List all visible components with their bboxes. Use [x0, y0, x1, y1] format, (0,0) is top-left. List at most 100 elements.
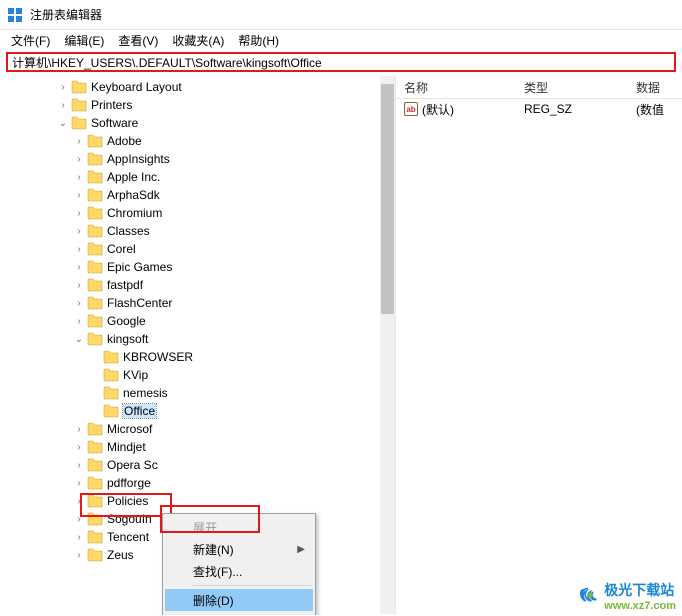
cm-find[interactable]: 查找(F)...	[165, 560, 313, 582]
tree-item[interactable]: › Apple Inc.	[2, 168, 395, 186]
chevron-right-icon[interactable]: ›	[72, 314, 86, 328]
chevron-right-icon[interactable]: ›	[72, 134, 86, 148]
app-icon	[6, 6, 24, 24]
tree-item-label: SogouIn	[107, 512, 152, 526]
tree-item[interactable]: › Microsof	[2, 420, 395, 438]
chevron-right-icon[interactable]: ›	[72, 422, 86, 436]
tree-item-label: Policies	[107, 494, 148, 508]
tree-item-kingsoft[interactable]: ⌄ kingsoft	[2, 330, 395, 348]
tree-item[interactable]: nemesis	[2, 384, 395, 402]
tree-item-label: Mindjet	[107, 440, 146, 454]
menu-bar: 文件(F) 编辑(E) 查看(V) 收藏夹(A) 帮助(H)	[0, 30, 682, 50]
chevron-right-icon[interactable]: ›	[72, 206, 86, 220]
tree-item[interactable]: › Policies	[2, 492, 395, 510]
watermark: 极光下载站 www.xz7.com	[578, 580, 676, 612]
tree-item[interactable]: › AppInsights	[2, 150, 395, 168]
tree-item-office[interactable]: Office	[2, 402, 395, 420]
tree-item[interactable]: › Opera Sc	[2, 456, 395, 474]
value-type: REG_SZ	[524, 102, 572, 116]
cm-delete[interactable]: 删除(D)	[165, 589, 313, 611]
registry-tree[interactable]: › Keyboard Layout › Printers ⌄ Software ›Adobe…	[0, 75, 395, 567]
tree-item-label: AppInsights	[107, 152, 170, 166]
watermark-text-cn: 极光下载站	[604, 580, 676, 600]
tree-item[interactable]: › Printers	[2, 96, 395, 114]
tree-item-label: Apple Inc.	[107, 170, 160, 184]
chevron-right-icon[interactable]: ›	[56, 98, 70, 112]
tree-item[interactable]: › Keyboard Layout	[2, 78, 395, 96]
tree-item[interactable]: › Mindjet	[2, 438, 395, 456]
address-bar-wrap: 计算机\HKEY_USERS\.DEFAULT\Software\kingsof…	[0, 50, 682, 75]
tree-item[interactable]: ›ArphaSdk	[2, 186, 395, 204]
tree-item[interactable]: › FlashCenter	[2, 294, 395, 312]
chevron-right-icon[interactable]: ›	[72, 242, 86, 256]
context-menu: 展开 新建(N)▶ 查找(F)... 删除(D) 重命名(R) 导出(E) 权限…	[162, 513, 316, 615]
chevron-right-icon[interactable]: ›	[72, 170, 86, 184]
tree-item-label: Epic Games	[107, 260, 172, 274]
tree-item-label: Microsof	[107, 422, 152, 436]
scroll-thumb[interactable]	[381, 84, 394, 314]
tree-item[interactable]: KBROWSER	[2, 348, 395, 366]
main-area: › Keyboard Layout › Printers ⌄ Software ›Adobe…	[0, 75, 682, 615]
cm-new[interactable]: 新建(N)▶	[165, 538, 313, 560]
tree-item-label: KVip	[123, 368, 148, 382]
chevron-right-icon[interactable]: ›	[72, 152, 86, 166]
chevron-right-icon[interactable]: ›	[72, 440, 86, 454]
menu-help[interactable]: 帮助(H)	[231, 30, 286, 51]
tree-item[interactable]: ›Google	[2, 312, 395, 330]
tree-pane: › Keyboard Layout › Printers ⌄ Software ›Adobe…	[0, 75, 396, 615]
tree-item-label: Opera Sc	[107, 458, 158, 472]
tree-item-label: fastpdf	[107, 278, 143, 292]
value-data: (数值	[636, 101, 664, 118]
tree-item[interactable]: › Epic Games	[2, 258, 395, 276]
chevron-right-icon[interactable]: ›	[72, 512, 86, 526]
tree-item-label: Corel	[107, 242, 136, 256]
tree-item-label: Classes	[107, 224, 150, 238]
tree-item-label: nemesis	[123, 386, 168, 400]
chevron-right-icon[interactable]: ›	[72, 476, 86, 490]
tree-item[interactable]: ›Chromium	[2, 204, 395, 222]
tree-item-label: kingsoft	[107, 332, 148, 346]
menu-file[interactable]: 文件(F)	[4, 30, 57, 51]
watermark-text-en: www.xz7.com	[604, 600, 676, 612]
tree-scrollbar[interactable]	[380, 76, 395, 614]
tree-item[interactable]: › Corel	[2, 240, 395, 258]
tree-item-label: FlashCenter	[107, 296, 172, 310]
chevron-right-icon[interactable]: ›	[56, 80, 70, 94]
col-data[interactable]: 数据	[628, 75, 682, 98]
chevron-right-icon[interactable]: ›	[72, 224, 86, 238]
col-type[interactable]: 类型	[516, 75, 628, 98]
tree-item[interactable]: ›Adobe	[2, 132, 395, 150]
chevron-right-icon[interactable]: ›	[72, 530, 86, 544]
value-row[interactable]: ab (默认) REG_SZ (数值	[396, 99, 682, 119]
chevron-right-icon[interactable]: ›	[72, 296, 86, 310]
menu-edit[interactable]: 编辑(E)	[57, 30, 111, 51]
tree-item[interactable]: ›pdfforge	[2, 474, 395, 492]
chevron-right-icon[interactable]: ›	[72, 260, 86, 274]
chevron-right-icon[interactable]: ›	[72, 278, 86, 292]
values-pane: 名称 类型 数据 ab (默认) REG_SZ (数值	[396, 75, 682, 615]
tree-item-label: Printers	[91, 98, 132, 112]
chevron-right-icon: ▶	[297, 544, 305, 555]
tree-item[interactable]: › fastpdf	[2, 276, 395, 294]
tree-item[interactable]: › Classes	[2, 222, 395, 240]
title-bar: 注册表编辑器	[0, 0, 682, 30]
chevron-right-icon[interactable]: ›	[72, 458, 86, 472]
chevron-right-icon[interactable]: ›	[72, 494, 86, 508]
address-path: 计算机\HKEY_USERS\.DEFAULT\Software\kingsof…	[12, 54, 322, 71]
tree-item-label: Zeus	[107, 548, 134, 562]
tree-item-label: Software	[91, 116, 138, 130]
tree-item-label: Keyboard Layout	[91, 80, 182, 94]
tree-item[interactable]: KVip	[2, 366, 395, 384]
menu-favorites[interactable]: 收藏夹(A)	[165, 30, 231, 51]
chevron-right-icon[interactable]: ›	[72, 548, 86, 562]
value-name: (默认)	[422, 101, 454, 118]
menu-view[interactable]: 查看(V)	[111, 30, 165, 51]
cm-rename[interactable]: 重命名(R)	[165, 611, 313, 615]
address-bar[interactable]: 计算机\HKEY_USERS\.DEFAULT\Software\kingsof…	[6, 52, 676, 72]
chevron-right-icon[interactable]: ›	[72, 188, 86, 202]
chevron-down-icon[interactable]: ⌄	[72, 332, 86, 346]
tree-item-software[interactable]: ⌄ Software	[2, 114, 395, 132]
col-name[interactable]: 名称	[396, 75, 516, 98]
cm-expand[interactable]: 展开	[165, 516, 313, 538]
chevron-down-icon[interactable]: ⌄	[56, 116, 70, 130]
